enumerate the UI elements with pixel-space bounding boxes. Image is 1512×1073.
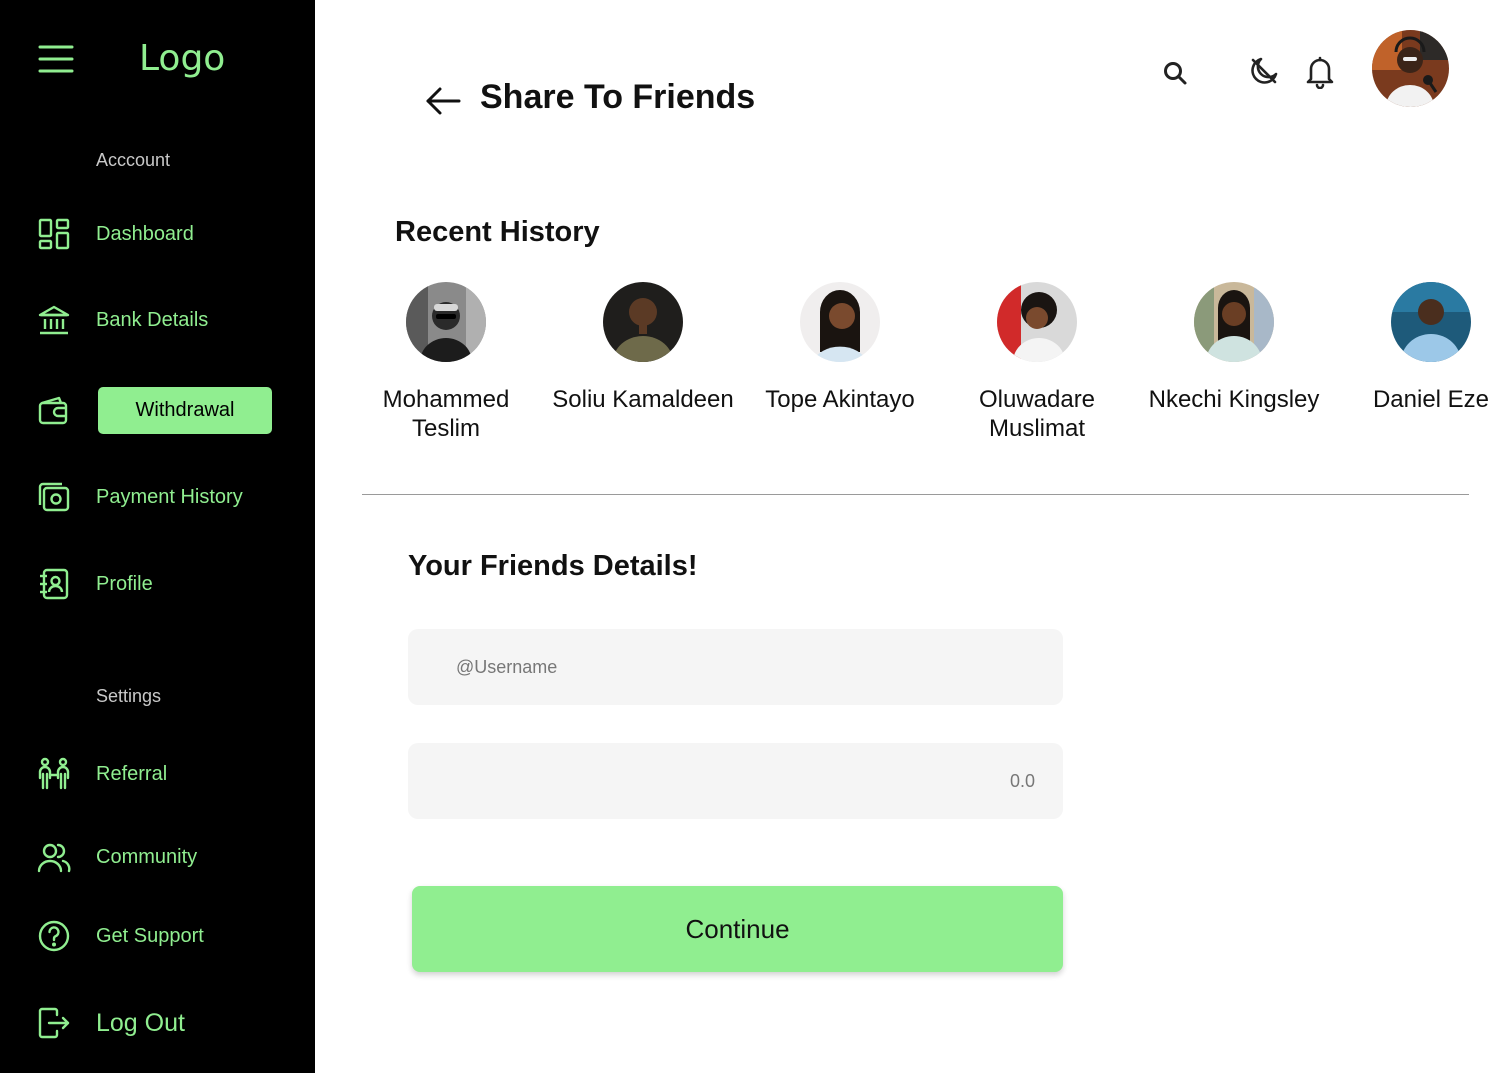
username-input[interactable] <box>408 629 1063 705</box>
sidebar-item-referral[interactable]: Referral <box>36 754 167 794</box>
payment-history-icon <box>36 479 72 515</box>
wallet-icon <box>36 392 72 428</box>
friend-avatar <box>603 282 683 362</box>
settings-section-label: Settings <box>96 686 162 706</box>
bell-icon[interactable] <box>1305 55 1335 94</box>
sidebar-item-withdrawal[interactable]: Withdrawal <box>36 387 272 434</box>
friend-card[interactable]: Nkechi Kingsley <box>1139 282 1329 414</box>
friend-avatar <box>997 282 1077 362</box>
account-section-label: Acccount <box>96 150 171 170</box>
referral-icon <box>36 756 72 792</box>
sidebar-item-label: Referral <box>96 762 168 785</box>
user-avatar[interactable] <box>1372 30 1449 107</box>
sidebar-item-label: Payment History <box>96 485 243 508</box>
sidebar-item-community[interactable]: Community <box>36 837 197 877</box>
friend-name: Oluwadare Muslimat <box>978 386 1096 442</box>
amount-input[interactable] <box>408 743 1063 819</box>
friend-name: Nkechi Kingsley <box>1148 386 1320 413</box>
friend-card[interactable]: Soliu Kamaldeen <box>548 282 738 414</box>
sidebar-item-payment-history[interactable]: Payment History <box>36 477 243 517</box>
profile-icon <box>36 566 72 602</box>
search-icon[interactable] <box>1162 60 1188 91</box>
bank-icon <box>36 302 72 338</box>
friend-card[interactable]: Oluwadare Muslimat <box>942 282 1132 443</box>
hamburger-menu-icon[interactable] <box>38 42 74 76</box>
section-divider <box>362 494 1469 495</box>
friend-name: Daniel Eze <box>1372 386 1490 413</box>
friend-card[interactable]: Mohammed Teslim <box>351 282 541 443</box>
page-title: Share To Friends <box>480 78 756 116</box>
friend-card[interactable]: Tope Akintayo <box>745 282 935 414</box>
logo[interactable]: Logo <box>139 38 225 79</box>
sidebar-item-label: Bank Details <box>96 308 209 331</box>
sidebar-item-label: Profile <box>96 572 153 595</box>
friend-avatar <box>406 282 486 362</box>
friends-details-title: Your Friends Details! <box>408 550 698 582</box>
friend-card[interactable]: Daniel Eze <box>1336 282 1512 414</box>
community-icon <box>36 839 72 875</box>
sidebar: Logo Acccount Dashboard Bank Details Wit… <box>0 0 315 1073</box>
back-arrow-icon[interactable] <box>423 84 463 118</box>
friend-name: Soliu Kamaldeen <box>552 386 734 413</box>
sidebar-item-dashboard[interactable]: Dashboard <box>36 214 194 254</box>
sidebar-item-log-out[interactable]: Log Out <box>36 1003 185 1043</box>
friend-name: Tope Akintayo <box>765 386 915 413</box>
sidebar-item-label: Community <box>96 845 198 868</box>
friend-avatar <box>1194 282 1274 362</box>
sidebar-item-profile[interactable]: Profile <box>36 564 153 604</box>
friend-avatar <box>800 282 880 362</box>
sidebar-item-label: Log Out <box>96 1008 185 1037</box>
dark-mode-icon[interactable] <box>1248 55 1280 92</box>
help-icon <box>36 918 72 954</box>
sidebar-item-get-support[interactable]: Get Support <box>36 916 204 956</box>
dashboard-icon <box>36 216 72 252</box>
sidebar-item-label: Dashboard <box>96 222 194 245</box>
friend-name: Mohammed Teslim <box>382 386 510 442</box>
logout-icon <box>36 1005 72 1041</box>
sidebar-item-bank-details[interactable]: Bank Details <box>36 300 208 340</box>
withdrawal-active-pill: Withdrawal <box>98 387 272 434</box>
continue-button[interactable]: Continue <box>412 886 1063 972</box>
recent-history-title: Recent History <box>395 216 600 248</box>
friend-avatar <box>1391 282 1471 362</box>
sidebar-item-label: Get Support <box>96 924 204 947</box>
